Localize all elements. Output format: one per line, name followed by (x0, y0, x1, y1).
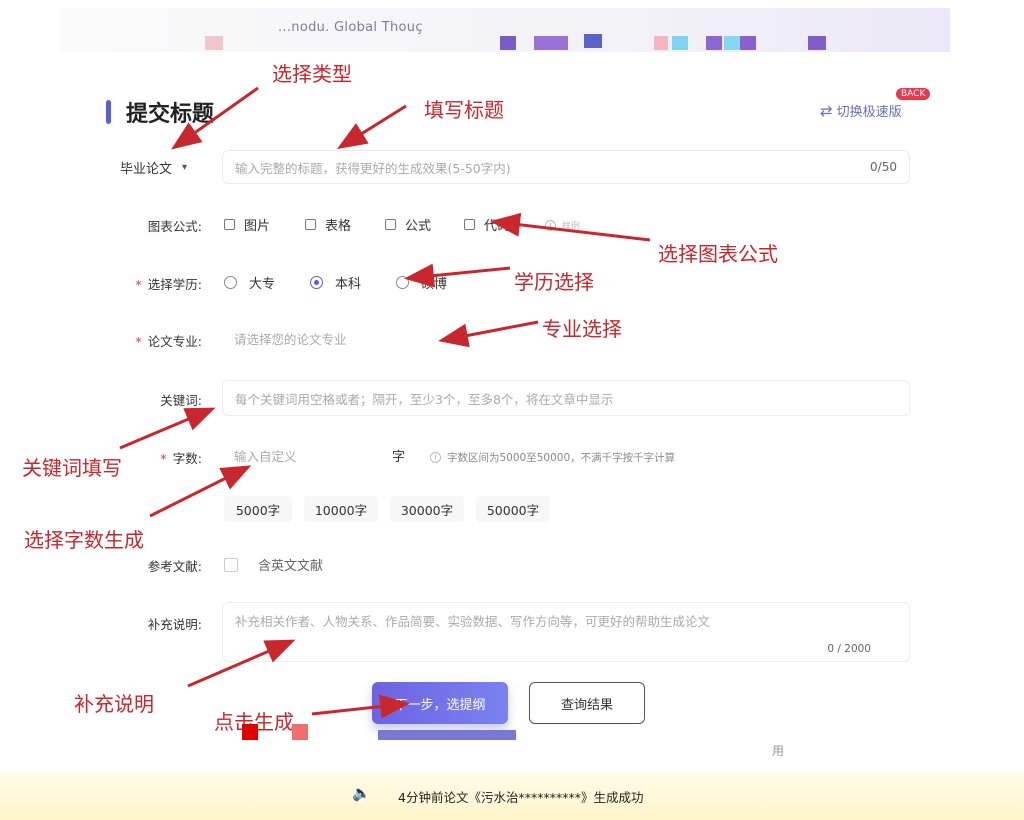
decor-red-square (242, 724, 258, 740)
annotation-major: 专业选择 (542, 317, 622, 341)
annotation-fill-title: 填写标题 (424, 98, 504, 122)
annotation-arrow (311, 694, 410, 719)
annotation-select-charts: 选择图表公式 (658, 242, 778, 266)
annotation-arrow (336, 104, 407, 150)
annotation-arrow (404, 263, 511, 288)
annotation-education: 学历选择 (514, 270, 594, 294)
annotation-arrow (490, 212, 651, 242)
annotation-arrow (438, 320, 539, 348)
annotation-keywords: 关键词填写 (22, 456, 122, 480)
annotation-arrow (149, 465, 252, 518)
annotation-select-type: 选择类型 (272, 62, 352, 86)
annotation-arrow (119, 407, 216, 450)
annotation-arrow (187, 639, 296, 688)
annotation-arrow (171, 86, 259, 150)
annotation-word-count: 选择字数生成 (24, 528, 144, 552)
decor-red-square (292, 724, 308, 740)
annotation-supplement: 补充说明 (74, 692, 154, 716)
